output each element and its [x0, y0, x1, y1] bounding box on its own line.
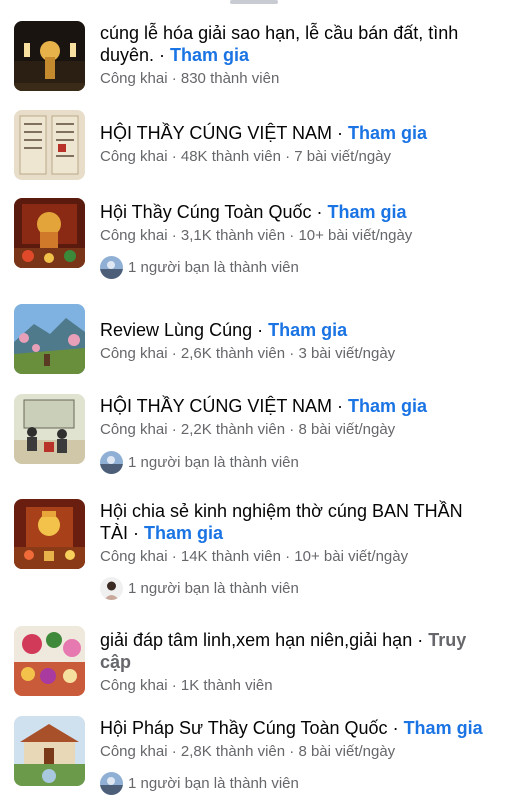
group-title[interactable]: Hội Thầy Cúng Toàn Quốc · Tham gia — [100, 201, 493, 223]
group-title[interactable]: HỘI THẦY CÚNG VIỆT NAM · Tham gia — [100, 122, 493, 144]
mutual-friend-row: 1 người bạn là thành viên — [100, 255, 299, 279]
group-thumbnail[interactable] — [14, 499, 85, 569]
friend-avatar — [100, 771, 123, 795]
group-thumbnail[interactable] — [14, 626, 85, 696]
group-title[interactable]: Hội chia sẻ kinh nghiệm thờ cúng BAN THẦ… — [100, 500, 493, 544]
group-meta: Công khai · 3,1K thành viên · 10+ bài vi… — [100, 227, 413, 244]
mutual-friend-text: 1 người bạn là thành viên — [128, 258, 299, 276]
friend-avatar — [100, 450, 123, 474]
join-button[interactable]: Tham gia — [170, 45, 249, 65]
mutual-friend-row: 1 người bạn là thành viên — [100, 450, 299, 474]
mutual-friend-text: 1 người bạn là thành viên — [128, 774, 299, 792]
group-thumbnail[interactable] — [14, 394, 85, 464]
top-indicator — [230, 0, 278, 4]
join-button[interactable]: Tham gia — [327, 202, 406, 222]
group-thumbnail[interactable] — [14, 716, 85, 786]
join-button[interactable]: Tham gia — [268, 320, 347, 340]
join-button[interactable]: Tham gia — [404, 718, 483, 738]
mutual-friend-row: 1 người bạn là thành viên — [100, 771, 299, 795]
friend-avatar — [100, 255, 123, 279]
group-title[interactable]: Hội Pháp Sư Thầy Cúng Toàn Quốc · Tham g… — [100, 717, 493, 739]
group-meta: Công khai · 2,8K thành viên · 8 bài viết… — [100, 743, 396, 760]
join-button[interactable]: Tham gia — [144, 523, 223, 543]
group-thumbnail[interactable] — [14, 110, 85, 180]
group-title[interactable]: Review Lùng Cúng · Tham gia — [100, 319, 493, 341]
group-thumbnail[interactable] — [14, 198, 85, 268]
group-title[interactable]: cúng lễ hóa giải sao hạn, lễ cầu bán đất… — [100, 22, 493, 66]
group-meta: Công khai · 2,6K thành viên · 3 bài viết… — [100, 345, 396, 362]
group-meta: Công khai · 830 thành viên — [100, 70, 280, 87]
group-title[interactable]: HỘI THẦY CÚNG VIỆT NAM · Tham gia — [100, 395, 493, 417]
join-button[interactable]: Tham gia — [348, 123, 427, 143]
group-thumbnail[interactable] — [14, 21, 85, 91]
group-title[interactable]: giải đáp tâm linh,xem hạn niên,giải hạn … — [100, 629, 493, 673]
friend-avatar — [100, 576, 123, 600]
mutual-friend-text: 1 người bạn là thành viên — [128, 579, 299, 597]
mutual-friend-text: 1 người bạn là thành viên — [128, 453, 299, 471]
group-meta: Công khai · 14K thành viên · 10+ bài viế… — [100, 548, 409, 565]
group-meta: Công khai · 2,2K thành viên · 8 bài viết… — [100, 421, 396, 438]
group-thumbnail[interactable] — [14, 304, 85, 374]
join-button[interactable]: Tham gia — [348, 396, 427, 416]
mutual-friend-row: 1 người bạn là thành viên — [100, 576, 299, 600]
group-meta: Công khai · 48K thành viên · 7 bài viết/… — [100, 148, 392, 165]
group-meta: Công khai · 1K thành viên — [100, 677, 273, 694]
